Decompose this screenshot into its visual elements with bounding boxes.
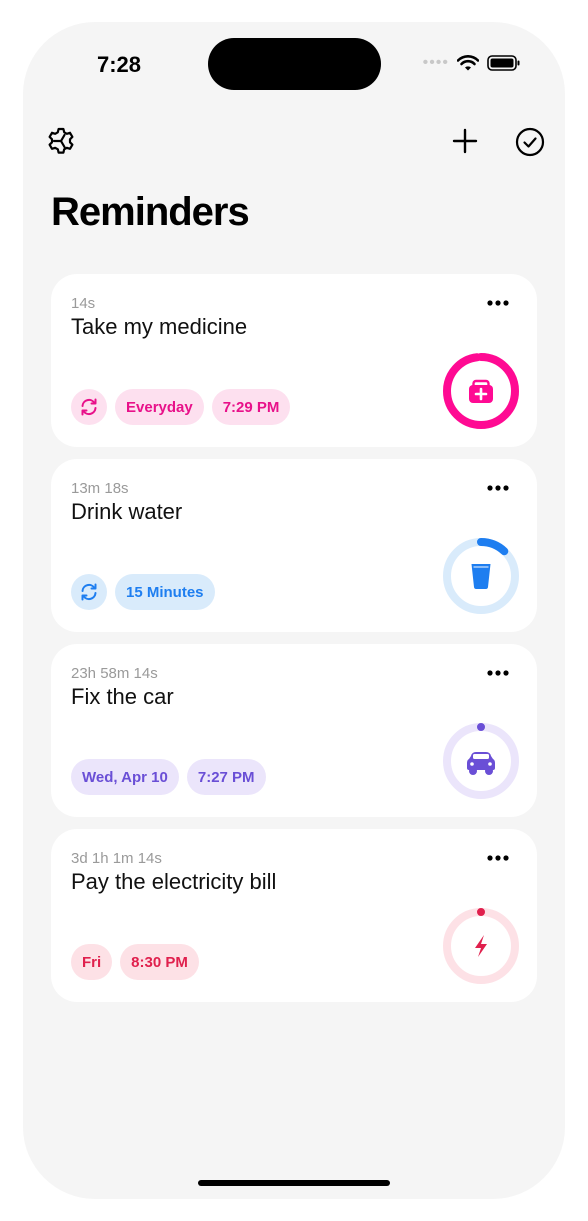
plus-icon [452,128,478,154]
add-reminder-button[interactable] [452,128,478,157]
time-tag: 7:29 PM [211,389,291,425]
tag-list: 15 Minutes [71,574,215,610]
more-icon [487,670,509,676]
dynamic-island [208,38,381,90]
progress-ring [443,538,519,614]
status-time: 7:28 [97,52,142,77]
signal-icon: •••• [422,54,449,71]
more-options-button[interactable] [487,849,509,864]
settings-button[interactable] [46,126,76,159]
home-indicator [198,1180,390,1186]
repeat-frequency-tag: 15 Minutes [115,574,215,610]
tag-list: Fri 8:30 PM [71,944,199,980]
reminder-card[interactable]: 13m 18s Drink water 15 Minutes [51,459,537,632]
repeat-icon [81,583,97,601]
battery-icon [487,55,520,71]
check-circle-icon [515,127,545,157]
gear-icon [48,127,74,154]
status-icons: •••• [423,52,521,74]
repeat-frequency-tag: Everyday [115,389,204,425]
time-tag: 8:30 PM [120,944,199,980]
water-glass-icon [471,564,491,589]
progress-ring [443,723,519,799]
more-icon [487,855,509,861]
time-remaining: 14s [71,295,96,312]
reminder-title: Pay the electricity bill [71,869,277,894]
date-tag: Wed, Apr 10 [71,759,179,795]
tag-list: Everyday 7:29 PM [71,389,291,425]
wifi-icon [457,55,479,71]
page-title: Reminders [51,190,250,234]
reminder-card[interactable]: 3d 1h 1m 14s Pay the electricity bill Fr… [51,829,537,1002]
time-remaining: 13m 18s [71,480,129,497]
repeat-icon [81,398,97,416]
time-remaining: 23h 58m 14s [71,665,158,682]
tag-list: Wed, Apr 10 7:27 PM [71,759,266,795]
reminder-card[interactable]: 23h 58m 14s Fix the car Wed, Apr 10 7:27… [51,644,537,817]
more-options-button[interactable] [487,664,509,679]
phone-screen: 7:28 •••• Reminders 14s Take my medicine… [23,22,565,1199]
repeat-tag [71,389,107,425]
reminder-card[interactable]: 14s Take my medicine Everyday 7:29 PM [51,274,537,447]
repeat-tag [71,574,107,610]
reminder-title: Fix the car [71,684,174,709]
more-icon [487,485,509,491]
reminder-title: Drink water [71,499,183,524]
time-remaining: 3d 1h 1m 14s [71,850,162,867]
progress-ring [443,908,519,984]
done-button[interactable] [515,127,545,160]
more-options-button[interactable] [487,479,509,494]
more-options-button[interactable] [487,294,509,309]
time-tag: 7:27 PM [186,759,266,795]
progress-ring [443,353,519,429]
more-icon [487,300,509,306]
day-tag: Fri [71,944,113,980]
reminder-title: Take my medicine [71,314,248,339]
